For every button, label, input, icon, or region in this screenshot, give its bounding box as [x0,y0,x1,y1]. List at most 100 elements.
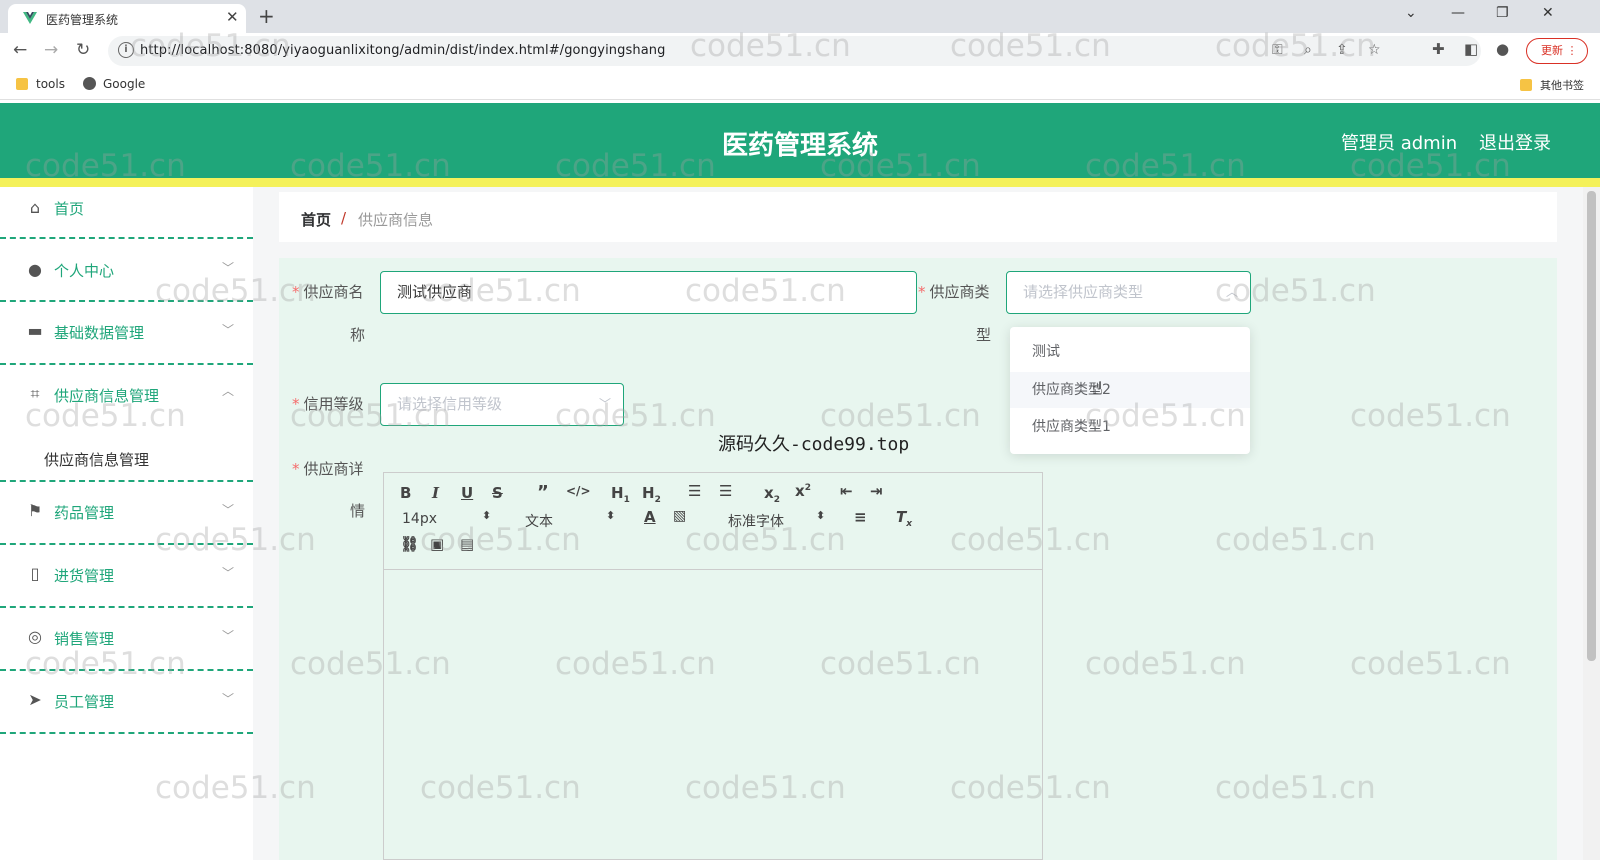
sidebar-item-label: 药品管理 [54,504,115,522]
clear-format-icon[interactable]: Tx [896,508,912,529]
dropdown-option[interactable]: 测试 [1010,334,1250,370]
phone-icon: ▯ [30,564,40,583]
bookmark-label: Google [103,77,146,91]
back-icon[interactable]: ← [13,40,27,60]
editor-content-area[interactable] [384,570,1042,861]
sidebar-item-label: 基础数据管理 [54,324,145,342]
dropdown-option[interactable]: 供应商类型2 [1010,372,1250,408]
bookmark-label: tools [36,77,65,91]
chevron-down-icon: ﹀ [222,692,235,706]
monitor-icon: ▬ [27,321,43,340]
heading1-icon[interactable]: H1 [611,484,630,505]
supplier-type-label-line2: 型 [976,326,992,344]
side-panel-icon[interactable]: ◧ [1464,40,1478,58]
mouse-cursor-icon: ☝ [1092,378,1103,399]
key-icon[interactable]: ⚿ [1272,42,1283,58]
browser-tab[interactable]: 医药管理系统 ✕ [8,4,246,33]
chevron-down-icon: ﹀ [598,397,611,411]
chevron-down-icon: ﹀ [222,323,235,337]
restore-icon[interactable]: ❐ [1496,5,1509,21]
supplier-name-input[interactable]: 测试供应商 [380,271,917,314]
italic-icon[interactable]: I [432,484,439,502]
sidebar: ⌂ 首页 ● 个人中心 ﹀ ▬ 基础数据管理 ﹀ ⌗ 供应商信息管理 ︿ 供应商… [0,187,253,860]
chevron-down-icon: ﹀ [222,503,235,517]
sidebar-item-label: 供应商信息管理 [54,387,160,405]
profile-icon[interactable]: ● [1496,40,1509,58]
page-scrollbar[interactable] [1583,187,1600,860]
scroll-thumb[interactable] [1587,191,1596,661]
outdent-icon[interactable]: ⇤ [840,482,853,500]
ordered-list-icon[interactable]: ☰ [688,482,701,500]
breadcrumb-current: 供应商信息 [358,211,434,229]
label-text: 信用等级 [303,395,364,413]
heading2-icon[interactable]: H2 [642,484,661,505]
strikethrough-icon[interactable]: S [492,484,503,502]
video-icon[interactable]: ▤ [460,535,474,553]
globe-icon [83,77,96,90]
supplier-detail-label-line2: 情 [350,502,366,520]
sidebar-item-purchase-mgmt[interactable]: ▯ 进货管理 ﹀ [0,545,253,608]
sidebar-item-home[interactable]: ⌂ 首页 [0,187,253,239]
minimize-icon[interactable]: — [1451,5,1465,21]
chevron-down-icon: ﹀ [222,566,235,580]
sidebar-item-personal-center[interactable]: ● 个人中心 ﹀ [0,239,253,302]
zoom-icon[interactable]: ⌕ [1304,42,1312,58]
breadcrumb-home[interactable]: 首页 [301,209,331,230]
update-label: 更新 [1541,44,1563,57]
new-tab-icon[interactable]: + [258,4,275,28]
tab-title: 医药管理系统 [46,13,119,27]
share-icon[interactable]: ⇪ [1336,42,1348,58]
submenu-item-supplier-info[interactable]: 供应商信息管理 [44,449,149,470]
indent-icon[interactable]: ⇥ [870,482,883,500]
bookmark-tools[interactable]: tools [16,77,65,91]
bookmark-google[interactable]: Google [83,77,145,91]
browser-tab-bar: 医药管理系统 ✕ + ⌄ — ❐ ✕ [0,0,1600,33]
forward-icon[interactable]: → [44,40,58,60]
sidebar-item-label: 个人中心 [54,262,115,280]
code-block-icon[interactable]: </> [566,484,591,498]
bookmark-star-icon[interactable]: ☆ [1368,42,1381,58]
close-tab-icon[interactable]: ✕ [226,8,239,26]
address-bar[interactable]: i http://localhost:8080/yiyaoguanlixiton… [108,36,1481,66]
paragraph-chevron-icon: ⬍ [606,509,616,522]
font-size-select[interactable]: 14px [402,511,437,527]
flag-icon: ⚑ [27,501,43,520]
update-button[interactable]: 更新 ⋮ [1526,38,1588,64]
sidebar-item-staff-mgmt[interactable]: ➤ 员工管理 ﹀ [0,671,253,734]
bookmarks-bar: tools Google 其他书签 [0,69,1600,100]
subscript-icon[interactable]: x2 [764,484,780,505]
logout-button[interactable]: 退出登录 [1479,129,1551,155]
home-icon: ⌂ [29,198,41,217]
superscript-icon[interactable]: x2 [795,482,811,500]
underline-icon[interactable]: U [461,484,473,502]
tab-search-icon[interactable]: ⌄ [1405,5,1417,21]
image-icon[interactable]: ▣ [430,535,444,553]
credit-level-placeholder: 请选择信用等级 [397,395,503,413]
sidebar-item-label: 销售管理 [54,630,115,648]
background-color-icon[interactable]: ▧ [673,508,686,524]
paragraph-select[interactable]: 文本 [525,511,553,531]
supplier-type-dropdown: 测试 供应商类型2 供应商类型1 [1010,327,1250,454]
bold-icon[interactable]: B [400,484,411,502]
label-text: 供应商类 [929,283,990,301]
font-family-select[interactable]: 标准字体 [728,511,784,531]
sidebar-item-basic-data[interactable]: ▬ 基础数据管理 ﹀ [0,302,253,365]
blockquote-icon[interactable]: ” [537,482,549,503]
other-bookmarks[interactable]: 其他书签 [1520,77,1584,93]
url-text[interactable]: http://localhost:8080/yiyaoguanlixitong/… [140,43,665,58]
link-icon[interactable]: ⛓ [400,535,419,553]
supplier-type-select[interactable]: 请选择供应商类型 ︿ [1006,271,1251,314]
font-color-icon[interactable]: A [644,508,656,526]
supplier-detail-label: * 供应商详 [292,460,364,478]
sidebar-item-sales-mgmt[interactable]: ◎ 销售管理 ﹀ [0,608,253,671]
dropdown-option[interactable]: 供应商类型1 [1010,409,1250,445]
extensions-icon[interactable]: ✚ [1432,40,1445,58]
close-window-icon[interactable]: ✕ [1542,5,1554,21]
site-info-icon[interactable]: i [118,42,134,58]
credit-level-select[interactable]: 请选择信用等级 ﹀ [380,383,624,426]
reload-icon[interactable]: ↻ [76,40,90,60]
align-icon[interactable]: ≡ [854,508,867,526]
sidebar-item-label: 进货管理 [54,567,115,585]
sidebar-item-drug-mgmt[interactable]: ⚑ 药品管理 ﹀ [0,482,253,545]
bullet-list-icon[interactable]: ☰ [719,482,732,500]
